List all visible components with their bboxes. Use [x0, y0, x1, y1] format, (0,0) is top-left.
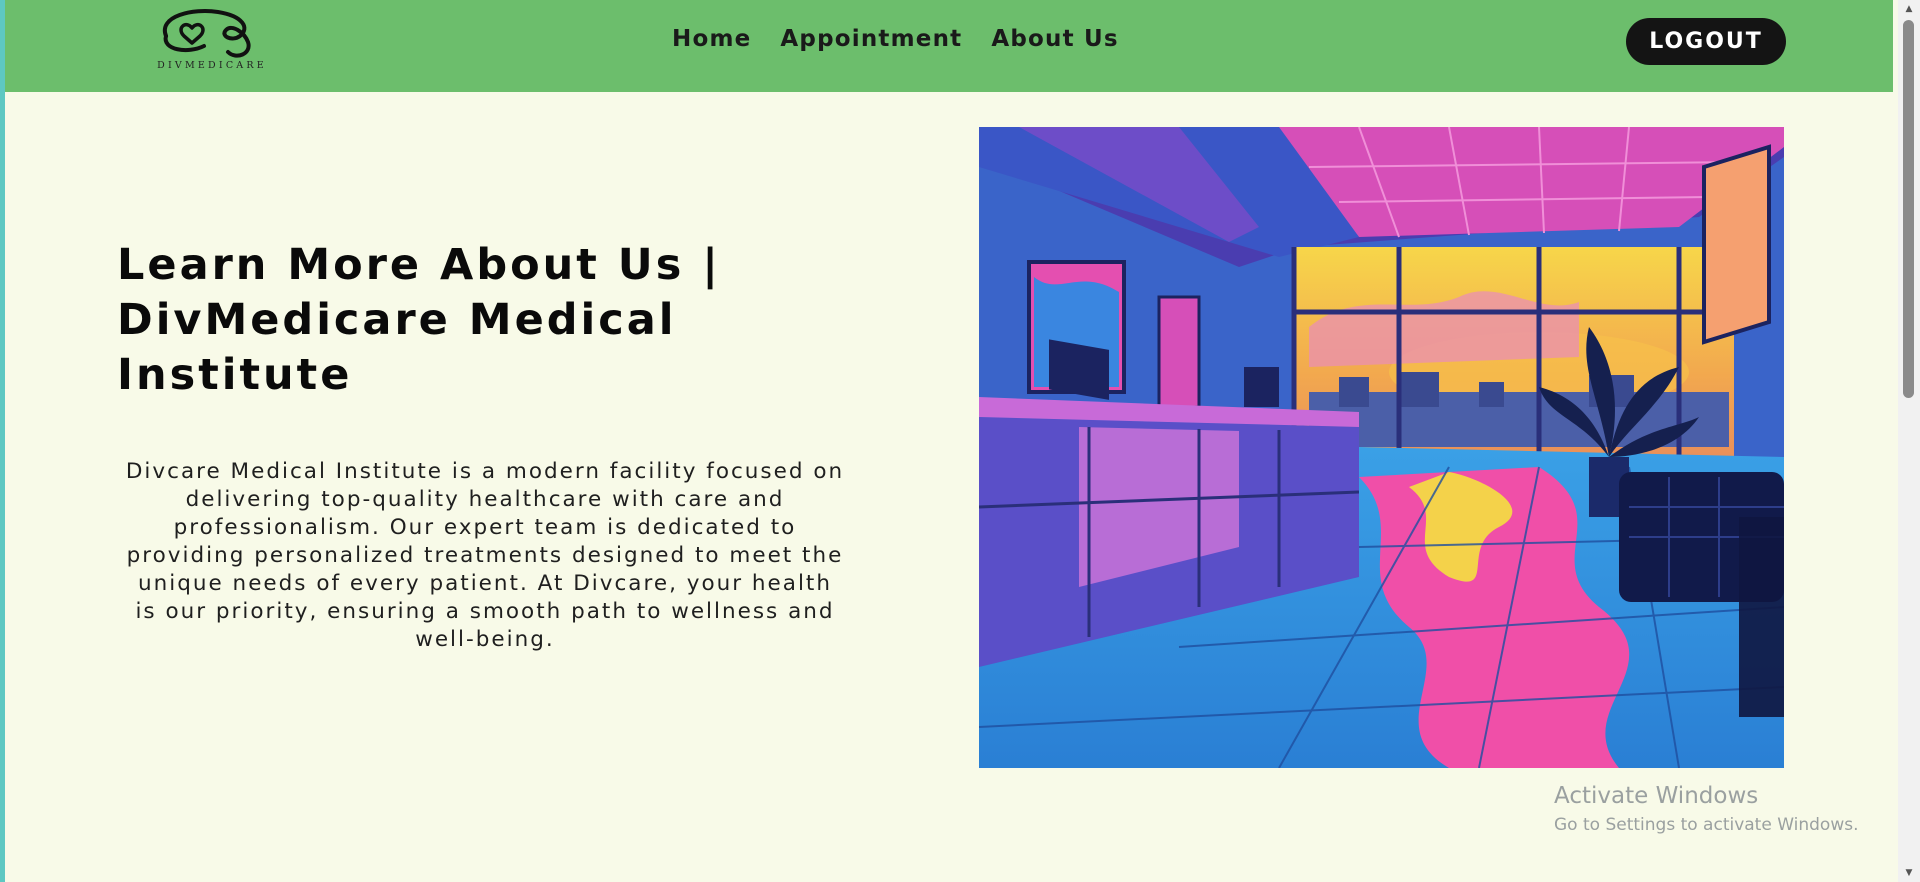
scroll-up-arrow-icon[interactable]: ▲ — [1898, 0, 1920, 18]
page-title: Learn More About Us | DivMedicare Medica… — [117, 240, 721, 400]
navbar: DIVMEDICARE Home Appointment About Us LO… — [5, 0, 1893, 92]
logo-text: DIVMEDICARE — [157, 60, 267, 71]
nav-home-link[interactable]: Home — [672, 26, 751, 52]
watermark-subtitle: Go to Settings to activate Windows. — [1554, 815, 1859, 835]
logout-button[interactable]: LOGOUT — [1626, 18, 1786, 65]
page-scrollbar[interactable]: ▲ ▼ — [1898, 0, 1920, 882]
clinic-lobby-illustration — [979, 127, 1784, 768]
main-nav: Home Appointment About Us — [672, 26, 1119, 52]
windows-activation-watermark: Activate Windows Go to Settings to activ… — [1554, 781, 1859, 837]
watermark-title: Activate Windows — [1554, 783, 1759, 809]
page: DIVMEDICARE Home Appointment About Us LO… — [5, 0, 1898, 882]
scroll-down-arrow-icon[interactable]: ▼ — [1898, 864, 1920, 882]
scrollbar-thumb[interactable] — [1903, 20, 1914, 398]
logo[interactable]: DIVMEDICARE — [130, 6, 290, 74]
heart-swirl-logo-icon — [162, 9, 251, 58]
nav-about-link[interactable]: About Us — [991, 26, 1118, 52]
about-description: Divcare Medical Institute is a modern fa… — [125, 459, 845, 652]
nav-appointment-link[interactable]: Appointment — [780, 26, 962, 52]
